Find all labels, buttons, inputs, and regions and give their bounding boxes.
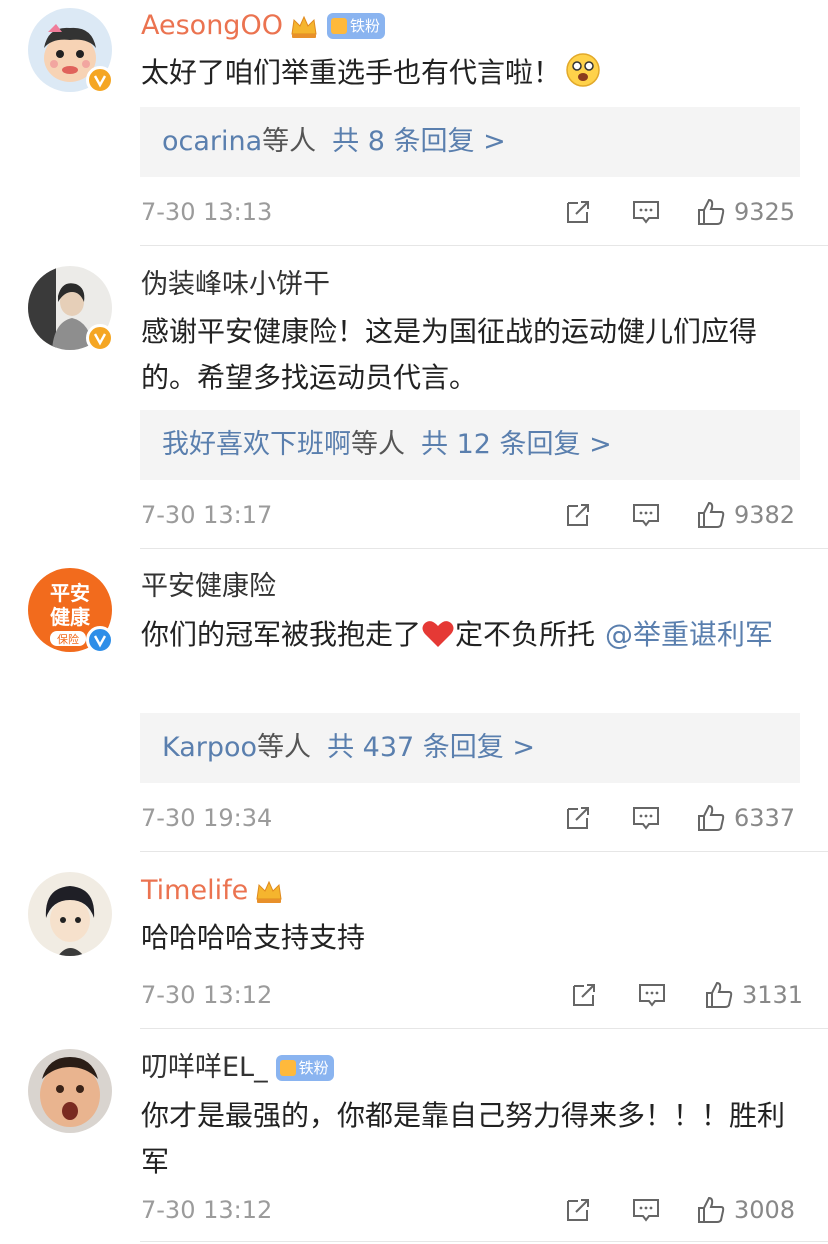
comment-text: 太好了咱们举重选手也有代言啦！ (141, 50, 801, 96)
avatar[interactable]: 平安 健康 保险 (28, 568, 114, 654)
like-button[interactable]: 9325 (696, 195, 795, 229)
share-button[interactable] (563, 498, 593, 532)
divider (140, 245, 828, 246)
like-count: 9382 (734, 501, 796, 529)
username[interactable]: Timelife (141, 874, 284, 908)
reply-summary[interactable]: Karpoo等人共 437 条回复 > (140, 713, 800, 783)
heart-icon (422, 621, 454, 647)
comment-text: 你们的冠军被我抱走了 定不负所托 @举重谌利军 (141, 618, 774, 651)
share-icon (567, 201, 589, 223)
thumbs-up-icon (698, 501, 725, 528)
comment-button[interactable] (631, 195, 661, 229)
comment-text: 你才是最强的，你都是靠自己努力得来多！！！胜利军 (141, 1099, 786, 1178)
avatar[interactable] (28, 8, 114, 94)
verified-badge-icon (86, 324, 114, 352)
share-icon (567, 1199, 589, 1221)
thumbs-up-icon (698, 1196, 725, 1223)
divider (140, 1241, 828, 1242)
avatar[interactable] (28, 266, 114, 352)
svg-text:保险: 保险 (57, 632, 79, 646)
svg-text:健康: 健康 (50, 605, 91, 629)
username-text[interactable]: 平安健康险 (141, 570, 276, 604)
avatar-anime-icon (28, 872, 112, 956)
share-button[interactable] (563, 195, 593, 229)
timestamp: 7-30 13:12 (141, 1196, 273, 1224)
username[interactable]: AesongOO 铁粉 (141, 9, 385, 43)
share-icon (567, 504, 589, 526)
comment-text: 感谢平安健康险！这是为国征战的运动健儿们应得的。希望多找运动员代言。 (141, 315, 758, 394)
divider (140, 548, 828, 549)
comment-icon (633, 1199, 659, 1222)
reply-user[interactable]: 我好喜欢下班啊 (162, 429, 351, 460)
reply-count[interactable]: 共 12 条回复 > (421, 429, 612, 460)
fan-badge: 铁粉 (275, 1055, 334, 1081)
comment-meta: 7-30 13:12 3008 (141, 1193, 800, 1227)
divider (140, 1028, 828, 1029)
avatar-photo-icon (28, 1049, 112, 1133)
comment-button[interactable] (631, 498, 661, 532)
username[interactable]: 伪装峰味小饼干 (141, 268, 330, 302)
verified-badge-icon (86, 626, 114, 654)
reply-etc: 等人 (257, 732, 312, 763)
like-button[interactable]: 6337 (696, 801, 795, 835)
divider (140, 851, 828, 852)
fan-badge: 铁粉 (326, 13, 385, 39)
comment-icon (633, 504, 659, 527)
share-button[interactable] (563, 1193, 593, 1227)
svg-text:平安: 平安 (50, 581, 90, 605)
comment-meta: 7-30 13:17 9382 (141, 498, 800, 532)
laughing-emoji-icon (566, 53, 600, 87)
reply-summary[interactable]: ocarina等人共 8 条回复 > (140, 107, 800, 177)
username[interactable]: 平安健康险 (141, 570, 276, 604)
thumbs-up-icon (698, 198, 725, 225)
comment-text: 哈哈哈哈支持支持 (141, 921, 366, 954)
avatar[interactable] (28, 1049, 112, 1133)
comment-button[interactable] (631, 1193, 661, 1227)
like-button[interactable]: 3131 (704, 978, 803, 1012)
reply-user[interactable]: ocarina (162, 126, 262, 157)
like-count: 3008 (734, 1196, 796, 1224)
username-text[interactable]: Timelife (141, 874, 248, 908)
share-button[interactable] (569, 978, 599, 1012)
reply-user[interactable]: Karpoo (162, 732, 257, 763)
like-count: 6337 (734, 804, 796, 832)
timestamp: 7-30 13:13 (141, 198, 273, 226)
timestamp: 7-30 13:12 (141, 981, 273, 1009)
avatar[interactable] (28, 872, 112, 956)
like-count: 3131 (742, 981, 804, 1009)
comment-button[interactable] (637, 978, 667, 1012)
like-count: 9325 (734, 198, 796, 226)
comment-meta: 7-30 19:34 6337 (141, 801, 800, 835)
username-text[interactable]: 伪装峰味小饼干 (141, 268, 330, 302)
username-text[interactable]: AesongOO (141, 9, 283, 43)
crown-icon (291, 15, 317, 38)
comment-icon (633, 201, 659, 224)
comment-icon (639, 984, 665, 1007)
reply-summary[interactable]: 我好喜欢下班啊等人共 12 条回复 > (140, 410, 800, 480)
like-button[interactable]: 3008 (696, 1193, 795, 1227)
username-text[interactable]: 叨咩咩EL_ (141, 1051, 268, 1085)
reply-count[interactable]: 共 437 条回复 > (327, 732, 535, 763)
like-button[interactable]: 9382 (696, 498, 795, 532)
share-button[interactable] (563, 801, 593, 835)
thumbs-up-icon (698, 804, 725, 831)
thumbs-up-icon (706, 981, 733, 1008)
comment-icon (633, 807, 659, 830)
verified-badge-icon (86, 66, 114, 94)
crown-icon (256, 880, 282, 903)
username[interactable]: 叨咩咩EL_ 铁粉 (141, 1051, 334, 1085)
reply-count[interactable]: 共 8 条回复 > (332, 126, 506, 157)
timestamp: 7-30 19:34 (141, 804, 273, 832)
timestamp: 7-30 13:17 (141, 501, 273, 529)
reply-etc: 等人 (262, 126, 317, 157)
share-icon (573, 984, 595, 1006)
comment-meta: 7-30 13:13 9325 (141, 195, 800, 229)
mention-link[interactable]: @举重谌利军 (605, 618, 773, 651)
reply-etc: 等人 (351, 429, 405, 460)
share-icon (567, 807, 589, 829)
comment-button[interactable] (631, 801, 661, 835)
comment-meta: 7-30 13:12 3131 (141, 978, 803, 1012)
